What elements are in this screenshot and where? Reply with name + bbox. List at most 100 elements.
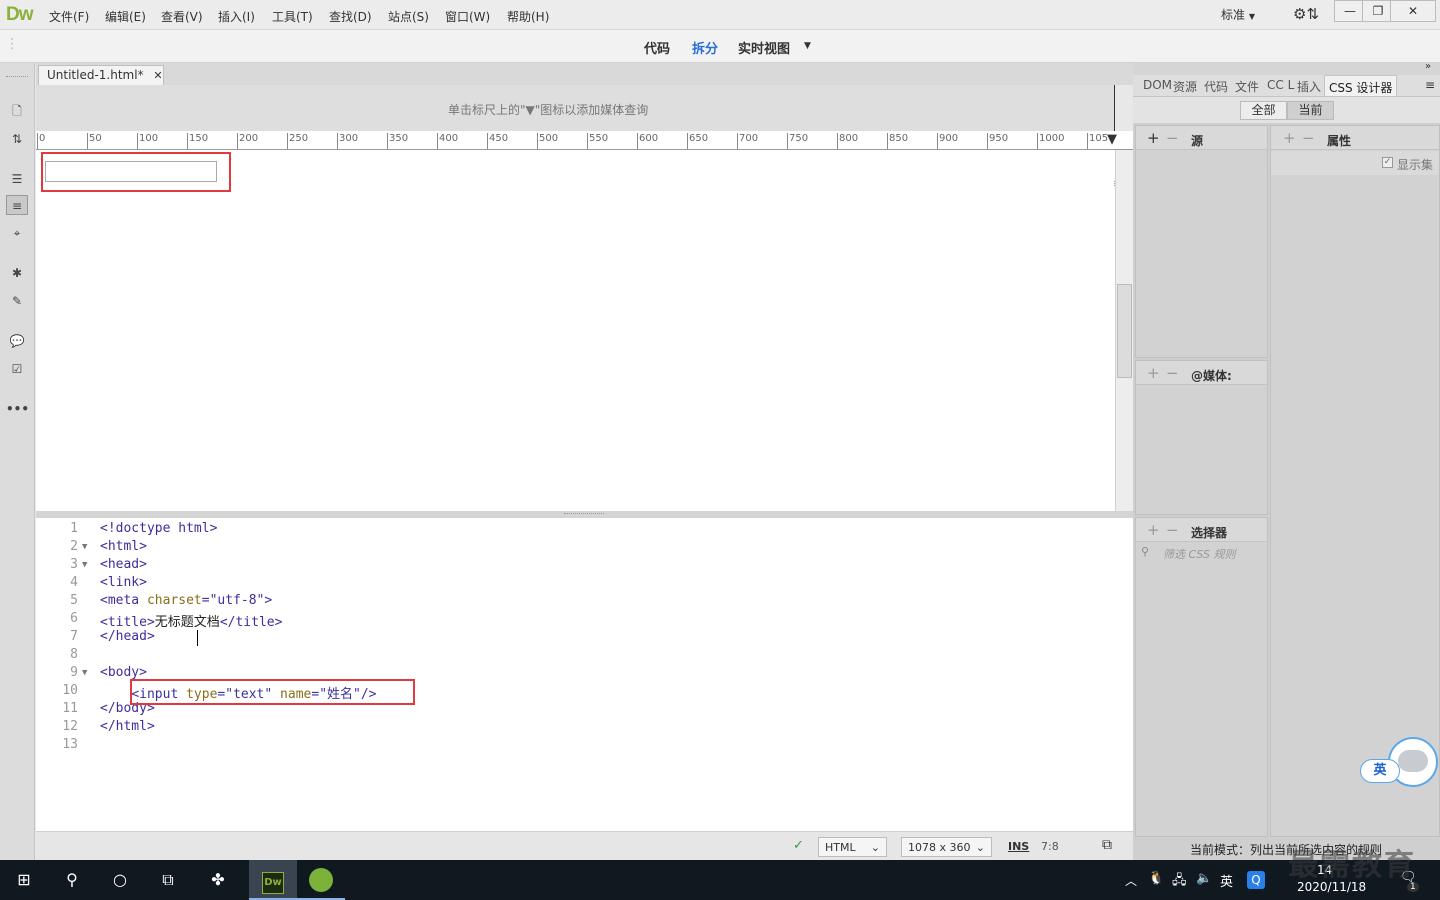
- add-icon[interactable]: +: [1147, 129, 1160, 147]
- code-line[interactable]: <body>: [100, 665, 147, 680]
- tab-files[interactable]: 文件: [1235, 78, 1259, 95]
- remove-icon[interactable]: −: [1166, 364, 1179, 382]
- search-icon[interactable]: ⚲: [48, 860, 96, 900]
- splitter-grip: [564, 513, 604, 515]
- menu-find[interactable]: 查找(D): [329, 8, 372, 25]
- menu-site[interactable]: 站点(S): [388, 8, 429, 25]
- ime-language-badge[interactable]: 英: [1360, 759, 1400, 783]
- file-management-icon[interactable]: ⇅: [6, 129, 28, 149]
- window-size-select[interactable]: 1078 x 360 ⌄: [901, 837, 992, 857]
- design-view[interactable]: ≡: [36, 150, 1122, 511]
- ruler-tick: 100: [137, 133, 158, 149]
- line-number: 3: [70, 557, 78, 572]
- ruler-tick: 950: [987, 133, 1008, 149]
- view-splitter[interactable]: [36, 511, 1133, 518]
- code-navigator-icon[interactable]: ≡: [6, 195, 28, 215]
- menu-help[interactable]: 帮助(H): [507, 8, 549, 25]
- code-view-button[interactable]: 代码: [644, 38, 670, 57]
- menu-insert[interactable]: 插入(I): [218, 8, 255, 25]
- ruler-tick: 750: [787, 133, 808, 149]
- ruler-tick: 550: [587, 133, 608, 149]
- code-line[interactable]: <meta charset="utf-8">: [100, 593, 272, 608]
- windows-start-icon[interactable]: ⊞: [0, 860, 48, 900]
- new-document-icon[interactable]: 🗋: [6, 101, 28, 121]
- video-app-icon[interactable]: [297, 860, 345, 900]
- media-query-marker-icon[interactable]: ▼: [1107, 132, 1117, 147]
- sync-settings-icon[interactable]: ⚙⇅: [1293, 5, 1319, 23]
- code-line[interactable]: <html>: [100, 539, 147, 554]
- current-button[interactable]: 当前: [1287, 101, 1334, 120]
- fold-toggle-icon[interactable]: ▼: [82, 668, 87, 678]
- document-type-select[interactable]: HTML ⌄: [818, 837, 887, 857]
- volume-icon[interactable]: 🔈: [1196, 871, 1212, 886]
- filter-css-input[interactable]: 筛选 CSS 规则: [1163, 546, 1235, 562]
- tab-cc-libraries[interactable]: CC L: [1267, 78, 1294, 92]
- task-view-icon[interactable]: ⧉: [144, 860, 192, 900]
- search-app-tray-icon[interactable]: Q: [1247, 871, 1265, 889]
- design-scrollbar[interactable]: [1115, 150, 1133, 511]
- tab-snippets[interactable]: 代码: [1204, 78, 1228, 95]
- cortana-icon[interactable]: ○: [96, 860, 144, 900]
- live-preview-icon[interactable]: ⧉: [1102, 837, 1112, 853]
- remove-icon[interactable]: −: [1166, 129, 1179, 147]
- code-line[interactable]: </head>: [100, 629, 155, 644]
- code-line[interactable]: <title>无标题文档</title>: [100, 611, 282, 630]
- chevron-down-icon: ▼: [1248, 12, 1255, 21]
- add-icon[interactable]: +: [1147, 364, 1160, 382]
- code-line[interactable]: </html>: [100, 719, 155, 734]
- insert-mode[interactable]: INS: [1008, 840, 1029, 853]
- add-icon[interactable]: +: [1283, 129, 1296, 147]
- code-line[interactable]: <!doctype html>: [100, 521, 217, 536]
- fold-toggle-icon[interactable]: ▼: [82, 542, 87, 552]
- menu-window[interactable]: 窗口(W): [445, 8, 490, 25]
- tab-dom[interactable]: DOM: [1143, 78, 1172, 92]
- all-button[interactable]: 全部: [1240, 101, 1287, 120]
- line-number: 9: [70, 665, 78, 680]
- media-pane: + − @媒体:: [1135, 360, 1268, 515]
- target-icon[interactable]: ⌖: [6, 223, 28, 243]
- ruler[interactable]: 0 50 100 150 200 250 300 350 400 450 500 550 600 650 7…: [36, 131, 1133, 150]
- remove-icon[interactable]: −: [1166, 521, 1179, 539]
- tab-assets[interactable]: 资源: [1173, 78, 1197, 95]
- remove-icon[interactable]: −: [1302, 129, 1315, 147]
- collapse-icon[interactable]: »: [1425, 61, 1431, 72]
- add-icon[interactable]: +: [1147, 521, 1160, 539]
- comment-icon[interactable]: 💬: [6, 331, 28, 351]
- show-set-checkbox[interactable]: ✓: [1382, 157, 1393, 168]
- code-line[interactable]: <link>: [100, 575, 147, 590]
- workspace-switcher[interactable]: 标准 ▼: [1221, 6, 1255, 23]
- qq-tray-icon[interactable]: 🐧: [1148, 871, 1164, 886]
- live-view-button[interactable]: 实时视图: [738, 38, 790, 57]
- chevron-up-icon[interactable]: ︿: [1125, 872, 1137, 889]
- ruler-tick: 150: [187, 133, 208, 149]
- pinwheel-app-icon[interactable]: ✤: [194, 860, 242, 900]
- fold-toggle-icon[interactable]: ▼: [82, 560, 87, 570]
- more-icon[interactable]: •••: [6, 399, 29, 419]
- inspect-icon[interactable]: ☰: [6, 169, 28, 189]
- tab-css-designer[interactable]: CSS 设计器: [1324, 75, 1398, 96]
- tab-insert[interactable]: 插入: [1297, 78, 1321, 95]
- ime-tray-label[interactable]: 英: [1220, 871, 1233, 890]
- ruler-tick: 200: [237, 133, 258, 149]
- expand-icon[interactable]: ✱: [6, 263, 28, 283]
- panel-menu-icon[interactable]: ≡: [1425, 78, 1435, 92]
- menu-file[interactable]: 文件(F): [49, 8, 89, 25]
- document-type-value: HTML: [825, 841, 856, 854]
- close-button[interactable]: ✕: [1390, 0, 1436, 22]
- validate-icon[interactable]: ☑: [6, 359, 28, 379]
- menu-edit[interactable]: 编辑(E): [105, 8, 146, 25]
- chevron-down-icon[interactable]: ▼: [804, 41, 811, 51]
- menu-view[interactable]: 查看(V): [161, 8, 203, 25]
- format-icon[interactable]: ✎: [6, 291, 28, 311]
- document-tab[interactable]: Untitled-1.html* ✕: [38, 65, 164, 85]
- close-icon[interactable]: ✕: [153, 69, 162, 82]
- split-view-button[interactable]: 拆分: [692, 38, 718, 57]
- code-line[interactable]: <head>: [100, 557, 147, 572]
- scroll-thumb[interactable]: [1117, 284, 1132, 378]
- dreamweaver-taskbar-icon[interactable]: Dw: [249, 860, 297, 900]
- sources-pane: + − 源: [1135, 125, 1268, 358]
- menu-tools[interactable]: 工具(T): [272, 8, 313, 25]
- code-view[interactable]: 1 <!doctype html> 2 ▼ <html> 3 ▼ <head> 4 <link> 5…: [36, 518, 1133, 831]
- panel-collapse-bar[interactable]: »: [1133, 61, 1440, 75]
- network-icon[interactable]: 🖧: [1172, 871, 1187, 893]
